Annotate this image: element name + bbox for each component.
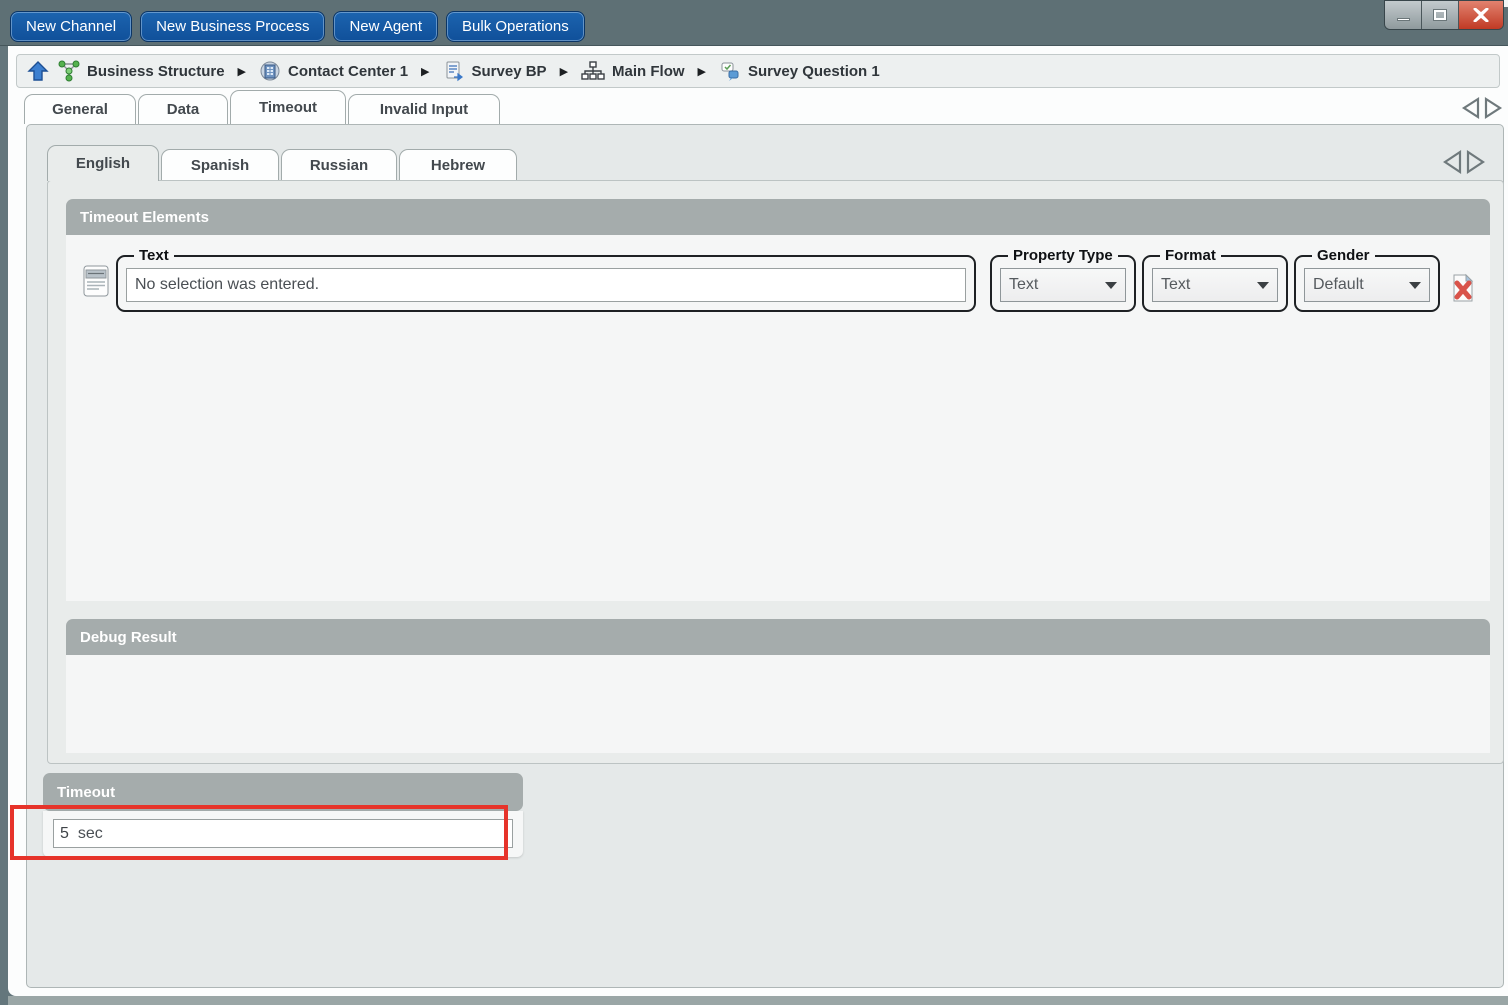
format-fieldset: Format Text	[1142, 247, 1288, 312]
timeout-unit-label: sec	[78, 825, 103, 843]
text-fieldset: Text No selection was entered.	[116, 247, 976, 312]
tab-general[interactable]: General	[24, 94, 136, 124]
language-scroll-arrows	[1441, 149, 1489, 175]
scroll-left-icon	[1445, 152, 1460, 172]
titlebar: New Channel New Business Process New Age…	[0, 0, 1508, 46]
breadcrumb-separator-icon: ▶	[560, 65, 568, 78]
window-frame-bottom	[8, 996, 1508, 1005]
property-type-fieldset: Property Type Text	[990, 247, 1136, 312]
new-agent-button[interactable]: New Agent	[333, 11, 438, 42]
english-panel: Timeout Elements T	[47, 180, 1504, 764]
new-business-process-button[interactable]: New Business Process	[140, 11, 325, 42]
scroll-right-icon	[1468, 152, 1483, 172]
timeout-box-header: Timeout	[43, 773, 523, 811]
business-structure-icon	[58, 60, 80, 82]
minimize-button[interactable]	[1385, 1, 1422, 29]
breadcrumb-label: Survey Question 1	[748, 63, 880, 80]
timeout-value: 5	[60, 825, 69, 843]
home-icon[interactable]	[27, 60, 49, 82]
survey-bp-icon	[443, 60, 465, 82]
tab-russian[interactable]: Russian	[281, 149, 397, 181]
contact-center-icon	[259, 60, 281, 82]
tab-scroll-arrows	[1460, 96, 1508, 120]
prompt-icon	[82, 263, 110, 304]
debug-result-body	[66, 655, 1490, 753]
breadcrumb-label: Survey BP	[472, 63, 547, 80]
tab-spanish[interactable]: Spanish	[161, 149, 279, 181]
delete-element-button[interactable]	[1450, 273, 1476, 308]
debug-result-section: Debug Result	[66, 619, 1490, 753]
format-select[interactable]: Text	[1152, 268, 1278, 302]
section-title: Debug Result	[80, 629, 177, 646]
timeout-elements-header: Timeout Elements	[66, 199, 1490, 235]
section-title: Timeout	[57, 784, 115, 801]
gender-label: Gender	[1312, 247, 1375, 264]
breadcrumb: Business Structure ▶ Contact Center 1 ▶	[16, 54, 1500, 88]
property-type-select[interactable]: Text	[1000, 268, 1126, 302]
delete-element-icon	[1450, 273, 1476, 303]
format-label: Format	[1160, 247, 1221, 264]
tab-timeout[interactable]: Timeout	[230, 90, 346, 124]
breadcrumb-separator-icon: ▶	[238, 65, 246, 78]
text-input[interactable]: No selection was entered.	[126, 268, 966, 302]
property-type-label: Property Type	[1008, 247, 1118, 264]
timeout-seconds-input[interactable]: 5 sec	[53, 819, 513, 848]
tab-row: General Data Timeout Invalid Input	[16, 90, 1500, 124]
breadcrumb-label: Main Flow	[612, 63, 685, 80]
window-controls	[1384, 0, 1504, 30]
chevron-down-icon	[1409, 282, 1421, 289]
minimize-icon	[1397, 18, 1410, 21]
breadcrumb-item-business-structure[interactable]: Business Structure	[58, 60, 225, 82]
breadcrumb-separator-icon: ▶	[421, 65, 429, 78]
survey-question-icon	[719, 60, 741, 82]
gender-fieldset: Gender Default	[1294, 247, 1440, 312]
tab-english[interactable]: English	[47, 145, 159, 181]
tab-invalid-input[interactable]: Invalid Input	[348, 94, 500, 124]
timeout-box-body: 5 sec	[43, 811, 523, 857]
timeout-tab-panel: English Spanish Russian Hebrew Timeout E…	[26, 124, 1504, 988]
tab-data[interactable]: Data	[138, 94, 228, 124]
breadcrumb-item-contact-center[interactable]: Contact Center 1	[259, 60, 408, 82]
debug-result-header: Debug Result	[66, 619, 1490, 655]
property-type-value: Text	[1009, 276, 1105, 294]
timeout-elements-section: Timeout Elements T	[66, 199, 1490, 601]
timeout-element-row: Text No selection was entered. Property …	[82, 247, 1476, 312]
maximize-button[interactable]	[1422, 1, 1459, 29]
new-channel-button[interactable]: New Channel	[10, 11, 132, 42]
tab-hebrew[interactable]: Hebrew	[399, 149, 517, 181]
format-value: Text	[1161, 276, 1257, 294]
toolbar: New Channel New Business Process New Age…	[10, 11, 585, 42]
breadcrumb-label: Business Structure	[87, 63, 225, 80]
breadcrumb-item-main-flow[interactable]: Main Flow	[581, 60, 685, 82]
app-panel: Business Structure ▶ Contact Center 1 ▶	[8, 46, 1508, 996]
breadcrumb-item-survey-bp[interactable]: Survey BP	[443, 60, 547, 82]
breadcrumb-separator-icon: ▶	[698, 65, 706, 78]
maximize-icon	[1434, 10, 1446, 20]
main-flow-icon	[581, 60, 605, 82]
chevron-down-icon	[1105, 282, 1117, 289]
timeout-elements-body: Text No selection was entered. Property …	[66, 235, 1490, 601]
breadcrumb-label: Contact Center 1	[288, 63, 408, 80]
section-title: Timeout Elements	[80, 209, 209, 226]
scroll-right-icon	[1486, 99, 1500, 117]
chevron-down-icon	[1257, 282, 1269, 289]
text-field-label: Text	[134, 247, 174, 264]
close-button[interactable]	[1459, 1, 1503, 29]
gender-select[interactable]: Default	[1304, 268, 1430, 302]
scroll-left-icon	[1464, 99, 1478, 117]
bulk-operations-button[interactable]: Bulk Operations	[446, 11, 585, 42]
close-icon	[1473, 8, 1489, 22]
breadcrumb-item-survey-question[interactable]: Survey Question 1	[719, 60, 880, 82]
gender-value: Default	[1313, 276, 1409, 294]
